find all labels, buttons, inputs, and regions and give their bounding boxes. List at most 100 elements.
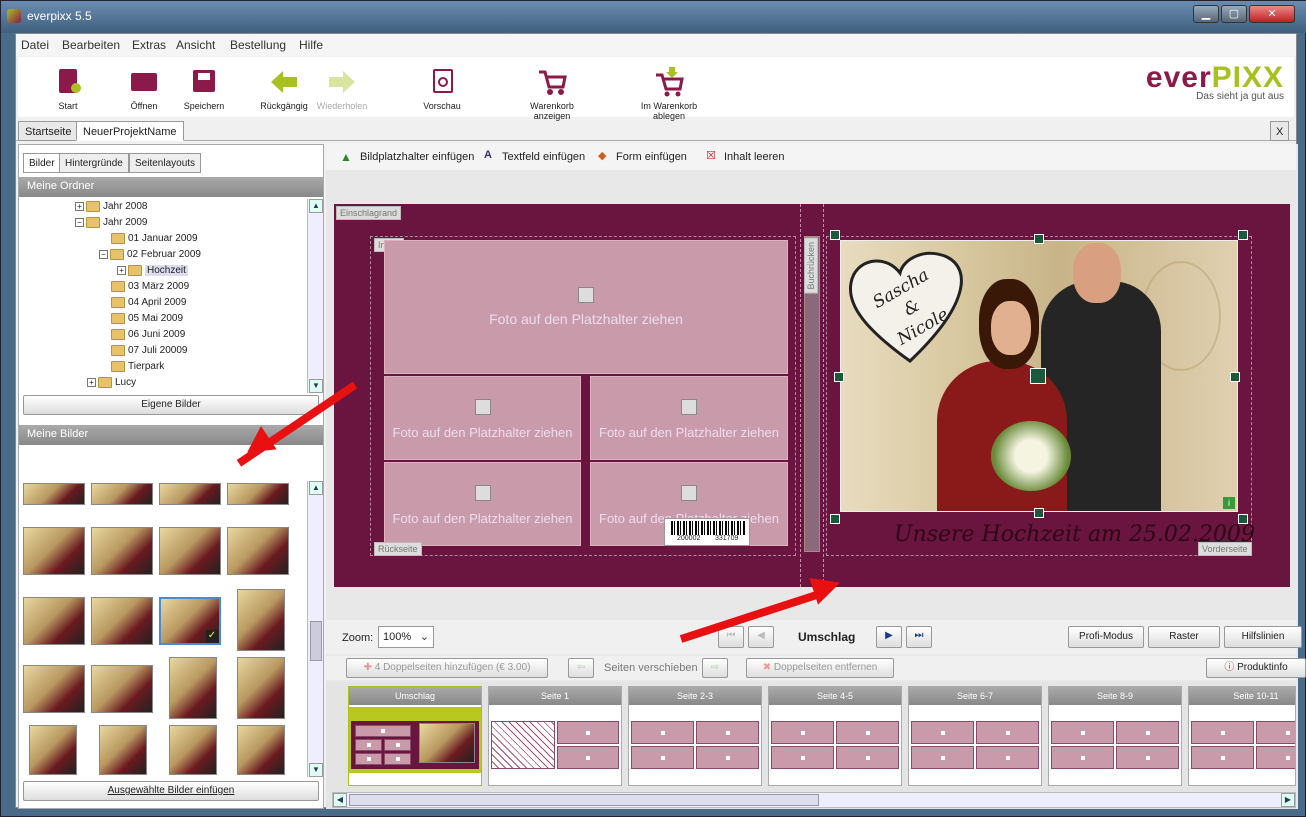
resize-handle[interactable] [830,230,840,240]
photo-placeholder[interactable]: Foto auf den Platzhalter ziehen [384,376,581,460]
image-thumbnail[interactable] [227,483,289,505]
redo-button[interactable]: Wiederholen [302,67,382,111]
page-thumb-umschlag[interactable]: Umschlag [348,686,482,786]
menu-ansicht[interactable]: Ansicht [176,38,215,52]
subtab-seitenlayouts[interactable]: Seitenlayouts [129,153,202,173]
image-thumbnail-selected[interactable]: ✓ [159,597,221,645]
image-thumbnail[interactable] [23,483,85,505]
image-thumbnail[interactable] [23,527,85,575]
minimize-button[interactable]: ▁ [1193,5,1219,23]
resize-handle[interactable] [834,372,844,382]
subtab-hintergruende[interactable]: Hintergründe [59,153,129,173]
image-thumbnail[interactable] [159,483,221,505]
page-thumb[interactable]: Seite 2-3 [628,686,762,786]
resize-handle[interactable] [1034,234,1044,244]
tree-item[interactable]: 05 Mai 2009 [111,313,183,329]
resize-handle[interactable] [830,514,840,524]
image-thumbnail[interactable] [227,527,289,575]
image-thumbnail[interactable] [91,483,153,505]
page-thumb[interactable]: Seite 8-9 [1048,686,1182,786]
tree-item[interactable]: + Lucy [87,377,136,393]
image-thumbnail[interactable] [169,657,217,719]
scroll-up-icon[interactable]: ▲ [309,481,323,495]
tree-item[interactable]: − Jahr 2009 [75,217,147,233]
image-thumbnail[interactable] [237,657,285,719]
images-scrollbar[interactable]: ▲ ▼ [307,481,323,777]
own-images-button[interactable]: Eigene Bilder [23,395,319,415]
menu-bearbeiten[interactable]: Bearbeiten [62,38,120,52]
resize-handle[interactable] [1034,508,1044,518]
scroll-thumb[interactable] [349,794,819,806]
tree-item-selected[interactable]: + Hochzeit [117,265,188,281]
scroll-down-icon[interactable]: ▼ [309,379,323,393]
page-thumb[interactable]: Seite 10-11 [1188,686,1296,786]
tree-item[interactable]: 01 Januar 2009 [111,233,198,249]
tab-project[interactable]: NeuerProjektName [76,121,184,141]
scroll-up-icon[interactable]: ▲ [309,199,323,213]
tree-item[interactable]: 03 März 2009 [111,281,189,297]
subtab-bilder[interactable]: Bilder [23,153,61,173]
hilfslinien-button[interactable]: Hilfslinien [1224,626,1302,648]
image-thumbnail[interactable] [29,725,77,775]
menu-extras[interactable]: Extras [132,38,166,52]
page-thumb[interactable]: Seite 1 [488,686,622,786]
image-thumbnail[interactable] [237,589,285,651]
menu-hilfe[interactable]: Hilfe [299,38,323,52]
add-shape-button[interactable]: Form einfügen [616,151,687,163]
insert-selected-images-button[interactable]: Ausgewählte Bilder einfügen [23,781,319,801]
zoom-select[interactable]: 100% ⌄ [378,626,434,648]
menu-bestellung[interactable]: Bestellung [230,38,286,52]
menu-datei[interactable]: Datei [21,38,49,52]
tree-item[interactable]: 04 April 2009 [111,297,186,313]
preview-button[interactable]: Vorschau [402,67,482,111]
info-icon[interactable]: i [1223,497,1235,509]
image-thumbnail[interactable] [169,725,217,775]
scroll-down-icon[interactable]: ▼ [309,763,323,777]
scroll-thumb[interactable] [310,621,322,661]
product-info-button[interactable]: ⓘ Produktinfo [1206,658,1306,678]
raster-button[interactable]: Raster [1148,626,1220,648]
tab-startseite[interactable]: Startseite [18,121,79,141]
tree-item[interactable]: 07 Juli 20009 [111,345,188,361]
tree-scrollbar[interactable]: ▲ ▼ [307,199,323,393]
add-image-placeholder-button[interactable]: Bildplatzhalter einfügen [360,151,474,163]
image-thumbnail[interactable] [91,527,153,575]
photo-placeholder[interactable]: Foto auf den Platzhalter ziehen [384,240,788,374]
tree-item[interactable]: + Jahr 2008 [75,201,147,217]
move-handle[interactable] [1030,368,1046,384]
resize-handle[interactable] [1230,372,1240,382]
page-thumb[interactable]: Seite 4-5 [768,686,902,786]
start-button[interactable]: Start [28,67,108,111]
placeholder-icon [474,485,491,501]
cart-add-button[interactable]: Im Warenkorb ablegen [624,67,714,121]
last-page-button[interactable]: ⏭ [906,626,932,648]
resize-handle[interactable] [1238,230,1248,240]
add-text-field-button[interactable]: Textfeld einfügen [502,151,585,163]
photo-placeholder[interactable]: Foto auf den Platzhalter ziehen [590,376,788,460]
tree-item[interactable]: 06 Juni 2009 [111,329,185,345]
mini-placeholder [631,721,694,744]
scroll-left-icon[interactable]: ◀ [333,793,347,807]
strip-scrollbar[interactable]: ◀ ▶ [332,792,1296,808]
image-thumbnail[interactable] [99,725,147,775]
clear-content-button[interactable]: Inhalt leeren [724,151,785,163]
image-thumbnail[interactable] [23,597,85,645]
image-thumbnail[interactable] [159,527,221,575]
profi-mode-button[interactable]: Profi-Modus [1068,626,1144,648]
scroll-right-icon[interactable]: ▶ [1281,793,1295,807]
page-thumb[interactable]: Seite 6-7 [908,686,1042,786]
image-thumbnail[interactable] [237,725,285,775]
photo-placeholder[interactable]: Foto auf den Platzhalter ziehen [384,462,581,546]
tree-item[interactable]: −02 Februar 2009 [99,249,201,265]
tree-item[interactable]: Tierpark [111,361,164,377]
next-page-button[interactable]: ▶ [876,626,902,648]
close-tab-button[interactable]: X [1270,121,1290,141]
cover-canvas[interactable]: Einschlagrand Inhalt Foto auf den Platzh… [334,204,1290,587]
image-thumbnail[interactable] [23,665,85,713]
save-button[interactable]: Speichern [164,67,244,111]
image-thumbnail[interactable] [91,597,153,645]
image-thumbnail[interactable] [91,665,153,713]
cart-show-button[interactable]: Warenkorb anzeigen [512,67,592,121]
close-window-button[interactable]: ✕ [1249,5,1295,23]
maximize-button[interactable]: ▢ [1221,5,1247,23]
